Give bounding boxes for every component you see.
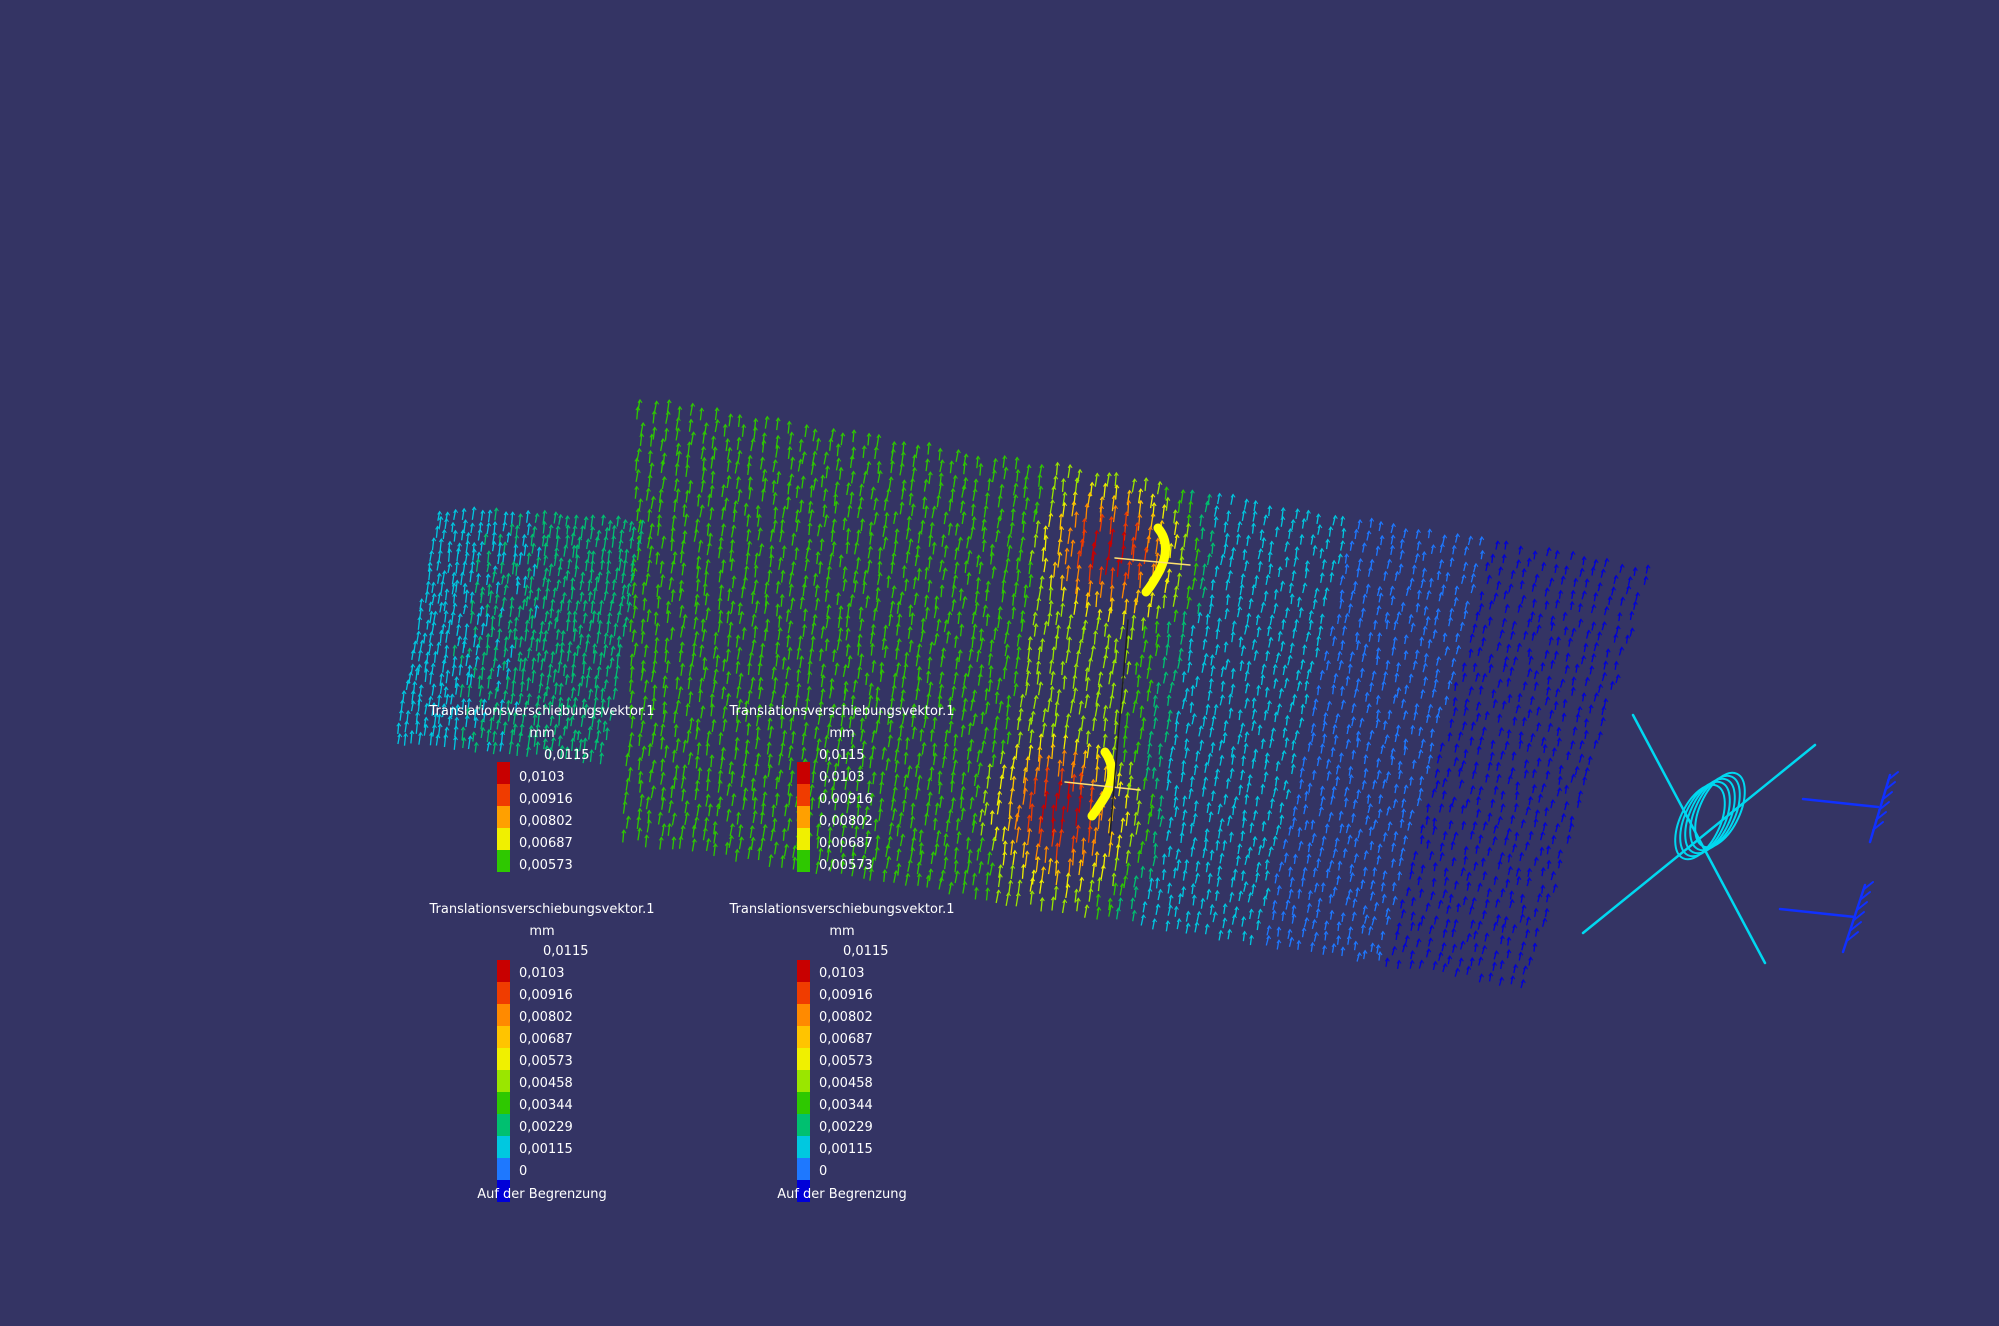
- legend-tick: 0,00115: [819, 1142, 873, 1157]
- legend-tick: 0,00916: [819, 792, 873, 807]
- legend-tick: 0,00573: [819, 1054, 873, 1069]
- legend-tick: 0,00344: [519, 1098, 573, 1113]
- legend-tick: 0,0115: [843, 944, 889, 959]
- legend-title: Translationsverschiebungsvektor.1: [729, 704, 955, 719]
- legend-tick: 0,0115: [543, 944, 589, 959]
- legend-tick: 0,0103: [519, 966, 565, 981]
- legend-tick: 0,0103: [519, 770, 565, 785]
- load-arrow-lower: [1087, 747, 1117, 821]
- legend-tick: 0,00573: [819, 858, 873, 873]
- support-symbol: [1581, 713, 1817, 965]
- legend-tick: 0,00687: [819, 1032, 873, 1047]
- legend-tick: 0,0103: [819, 966, 865, 981]
- legend-unit: mm: [829, 726, 855, 741]
- legend-unit: mm: [529, 726, 555, 741]
- legend-unit: mm: [829, 924, 855, 939]
- legend-color-bar: [797, 960, 810, 1202]
- legend-tick: 0,00916: [819, 988, 873, 1003]
- legend-tick: 0,00344: [819, 1098, 873, 1113]
- legend-title: Translationsverschiebungsvektor.1: [429, 704, 655, 719]
- legend-title: Translationsverschiebungsvektor.1: [729, 902, 955, 917]
- legend-tick: 0,00802: [819, 814, 873, 829]
- legend-tick: 0,00573: [519, 1054, 573, 1069]
- 3d-viewport[interactable]: [0, 0, 1999, 1322]
- legend-tick: 0,00687: [519, 836, 573, 851]
- legend-tick: 0: [819, 1164, 828, 1179]
- legend-tick: 0: [519, 1164, 528, 1179]
- legend-color-bar: [797, 762, 810, 872]
- legend-tick: 0,00687: [519, 1032, 573, 1047]
- legend-tick: 0,00687: [819, 836, 873, 851]
- legend-tick: 0,00802: [819, 1010, 873, 1025]
- legend-tick: 0,00802: [519, 1010, 573, 1025]
- legend-tick: 0,00802: [519, 814, 573, 829]
- legend-tick: 0,00458: [819, 1076, 873, 1091]
- legend-title: Translationsverschiebungsvektor.1: [429, 902, 655, 917]
- legend-footer: Auf der Begrenzung: [477, 1187, 607, 1202]
- legend-tick: 0,00573: [519, 858, 573, 873]
- support-line-2: [1581, 743, 1817, 935]
- clamp-arm-upper: [1801, 797, 1880, 809]
- clamp-symbols: [1778, 771, 1899, 954]
- legend-tick: 0,00229: [819, 1120, 873, 1135]
- displacement-vector-plot[interactable]: [0, 0, 1999, 1322]
- legend-footer: Auf der Begrenzung: [777, 1187, 907, 1202]
- legend-tick: 0,00458: [519, 1076, 573, 1091]
- clamp-base-lower: [1841, 883, 1867, 954]
- legend-tick: 0,0103: [819, 770, 865, 785]
- displacement-arrows: [396, 398, 1651, 989]
- legend-tick: 0,0115: [544, 748, 590, 763]
- clamp-arm-lower: [1778, 907, 1857, 919]
- legend-tick: 0,00916: [519, 988, 573, 1003]
- legend-unit: mm: [529, 924, 555, 939]
- legend-tick: 0,00916: [519, 792, 573, 807]
- load-axis-upper: [1114, 557, 1191, 566]
- legend-tick: 0,00115: [519, 1142, 573, 1157]
- legend-color-bar: [497, 762, 510, 872]
- legend-tick: 0,00229: [519, 1120, 573, 1135]
- legend-color-bar: [497, 960, 510, 1202]
- load-symbols: [1064, 523, 1191, 836]
- legend-tick: 0,0115: [819, 748, 865, 763]
